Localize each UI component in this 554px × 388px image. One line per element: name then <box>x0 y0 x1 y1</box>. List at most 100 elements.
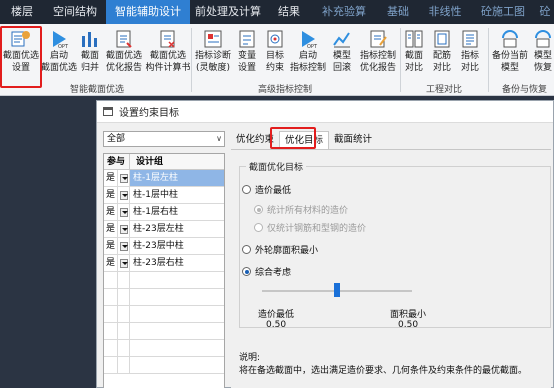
section-compare-button[interactable]: 截面 对比 <box>402 26 426 78</box>
index-diagnosis-button[interactable]: 指标诊断 (灵敏度) <box>193 26 233 78</box>
table-row[interactable]: 是 柱-1层左柱 <box>104 170 224 187</box>
radio-min-outline-area[interactable]: 外轮廓面积最小 <box>242 243 318 256</box>
participate-dropdown[interactable] <box>118 204 130 220</box>
calc-book-icon <box>160 30 175 48</box>
backup-model-button[interactable]: 备份当前 模型 <box>490 26 530 78</box>
section-merge-icon <box>82 32 97 47</box>
weight-slider[interactable] <box>262 283 412 299</box>
radio-lowest-cost[interactable]: 造价最低 <box>242 183 291 196</box>
button-label: 指标控制 <box>359 51 396 61</box>
tab-preprocess[interactable]: 前处理及计算 <box>190 0 266 24</box>
table-row-empty <box>104 289 224 306</box>
radio-label: 外轮廓面积最小 <box>255 246 319 256</box>
radio-label: 仅统计钢筋和型钢的造价 <box>267 224 367 234</box>
participate-dropdown[interactable] <box>118 221 130 237</box>
restore-icon <box>535 30 551 48</box>
tab-smart-design[interactable]: 智能辅助设计 <box>106 0 190 24</box>
tab-supplement-check[interactable]: 补充验算 <box>312 0 376 24</box>
control-report-button[interactable]: 指标控制 优化报告 <box>357 26 399 78</box>
index-compare-button[interactable]: 指标 对比 <box>458 26 482 78</box>
button-label: 备份当前 <box>491 51 528 61</box>
radio-label: 造价最低 <box>255 186 292 196</box>
group-divider <box>191 28 192 92</box>
button-label: 目标 <box>265 51 284 61</box>
group-title: 截面优化目标 <box>246 160 307 173</box>
target-constraint-button[interactable]: 目标 约束 <box>263 26 287 78</box>
header-participate: 参与 <box>104 154 130 169</box>
button-label: 对比 <box>460 63 479 73</box>
menu-tab-bar: 楼层 空间结构 智能辅助设计 前处理及计算 结果 补充验算 基础 非线性 砼施工… <box>0 0 554 24</box>
tab-nonlinear[interactable]: 非线性 <box>420 0 470 24</box>
participate-value: 是 <box>104 204 118 220</box>
table-row[interactable]: 是 柱-23层右柱 <box>104 255 224 272</box>
table-row[interactable]: 是 柱-23层左柱 <box>104 221 224 238</box>
radio-all-material-cost[interactable]: 统计所有材料的造价 <box>254 203 348 216</box>
rebar-compare-button[interactable]: 配筋 对比 <box>430 26 454 78</box>
constraint-target-dialog: 设置约束目标 全部 ∨ 参与 设计组 是 柱-1层左柱 是 柱-1层中柱 是 柱… <box>96 100 554 388</box>
index-compare-icon <box>462 30 478 48</box>
tab-concrete-drawing[interactable]: 砼施工图 <box>470 0 536 24</box>
button-label: 截面优选 <box>41 63 78 73</box>
tab-space-structure[interactable]: 空间结构 <box>44 0 106 24</box>
button-label: 模型 <box>500 63 519 73</box>
radio-circle <box>242 267 251 276</box>
design-group-table: 参与 设计组 是 柱-1层左柱 是 柱-1层中柱 是 柱-1层右柱 是 柱-23… <box>103 153 225 388</box>
button-label: 启动 <box>49 51 68 61</box>
variable-settings-button[interactable]: 变量 设置 <box>235 26 259 78</box>
target-icon <box>267 30 283 48</box>
slider-thumb[interactable] <box>334 283 340 297</box>
tab-results[interactable]: 结果 <box>266 0 312 24</box>
design-group-name: 柱-1层右柱 <box>133 207 178 217</box>
window-icon <box>103 107 113 116</box>
model-rollback-button[interactable]: 模型 回滚 <box>330 26 354 78</box>
table-row[interactable]: 是 柱-1层中柱 <box>104 187 224 204</box>
tab-floor[interactable]: 楼层 <box>0 0 44 24</box>
table-row-empty <box>104 272 224 289</box>
table-row-empty <box>104 340 224 357</box>
button-label: 构件计算书 <box>145 63 191 73</box>
dropdown-arrow-icon <box>120 191 128 200</box>
table-row[interactable]: 是 柱-23层中柱 <box>104 238 224 255</box>
rollback-icon <box>333 32 350 48</box>
dropdown-arrow-icon <box>120 242 128 251</box>
tab-foundation[interactable]: 基础 <box>376 0 420 24</box>
button-label: 变量 <box>237 51 256 61</box>
start-index-control-button[interactable]: OPT 启动 指标控制 <box>290 26 326 78</box>
button-label: 截面 <box>80 51 99 61</box>
radio-steel-cost-only[interactable]: 仅统计钢筋和型钢的造价 <box>254 221 366 234</box>
participate-dropdown[interactable] <box>118 170 130 186</box>
group-filter-select[interactable]: 全部 ∨ <box>103 131 225 147</box>
group-label-backup-restore: 备份与恢复 <box>502 85 548 95</box>
radio-combined[interactable]: 综合考虑 <box>242 265 291 278</box>
group-label-smart-section: 智能截面优选 <box>70 85 125 95</box>
start-section-opt-button[interactable]: OPT 启动 截面优选 <box>41 26 78 78</box>
model-restore-button[interactable]: 模型 恢复 <box>532 26 554 78</box>
tab-concrete-more[interactable]: 砼 <box>536 0 554 24</box>
button-label: 截面优选 <box>105 51 142 61</box>
highlight-target-tab <box>270 127 316 149</box>
section-merge-button[interactable]: 截面 归并 <box>78 26 102 78</box>
radio-circle <box>242 185 251 194</box>
participate-dropdown[interactable] <box>118 238 130 254</box>
app-window: 楼层 空间结构 智能辅助设计 前处理及计算 结果 补充验算 基础 非线性 砼施工… <box>0 0 554 388</box>
dialog-title: 设置约束目标 <box>119 108 179 119</box>
button-label: 指标诊断 <box>194 51 231 61</box>
start-control-icon: OPT <box>302 31 318 50</box>
group-divider <box>400 28 401 92</box>
button-label: (灵敏度) <box>195 63 231 73</box>
participate-dropdown[interactable] <box>118 255 130 271</box>
button-label: 设置 <box>237 63 256 73</box>
participate-value: 是 <box>104 187 118 203</box>
button-label: 模型 <box>332 51 351 61</box>
button-label: 指标控制 <box>290 63 327 73</box>
section-target-group: 截面优化目标 造价最低 统计所有材料的造价 仅统计钢筋和型钢的造价 外轮廓面积最… <box>239 160 551 330</box>
button-label: 对比 <box>432 63 451 73</box>
participate-dropdown[interactable] <box>118 187 130 203</box>
diagnosis-icon <box>204 30 222 48</box>
tab-section-stats[interactable]: 截面统计 <box>329 131 377 149</box>
note-title: 说明: <box>239 353 261 363</box>
member-calc-book-button[interactable]: 截面优选 构件计算书 <box>145 26 191 78</box>
table-row[interactable]: 是 柱-1层右柱 <box>104 204 224 221</box>
opt-report-button[interactable]: 截面优选 优化报告 <box>104 26 144 78</box>
button-label: 配筋 <box>432 51 451 61</box>
